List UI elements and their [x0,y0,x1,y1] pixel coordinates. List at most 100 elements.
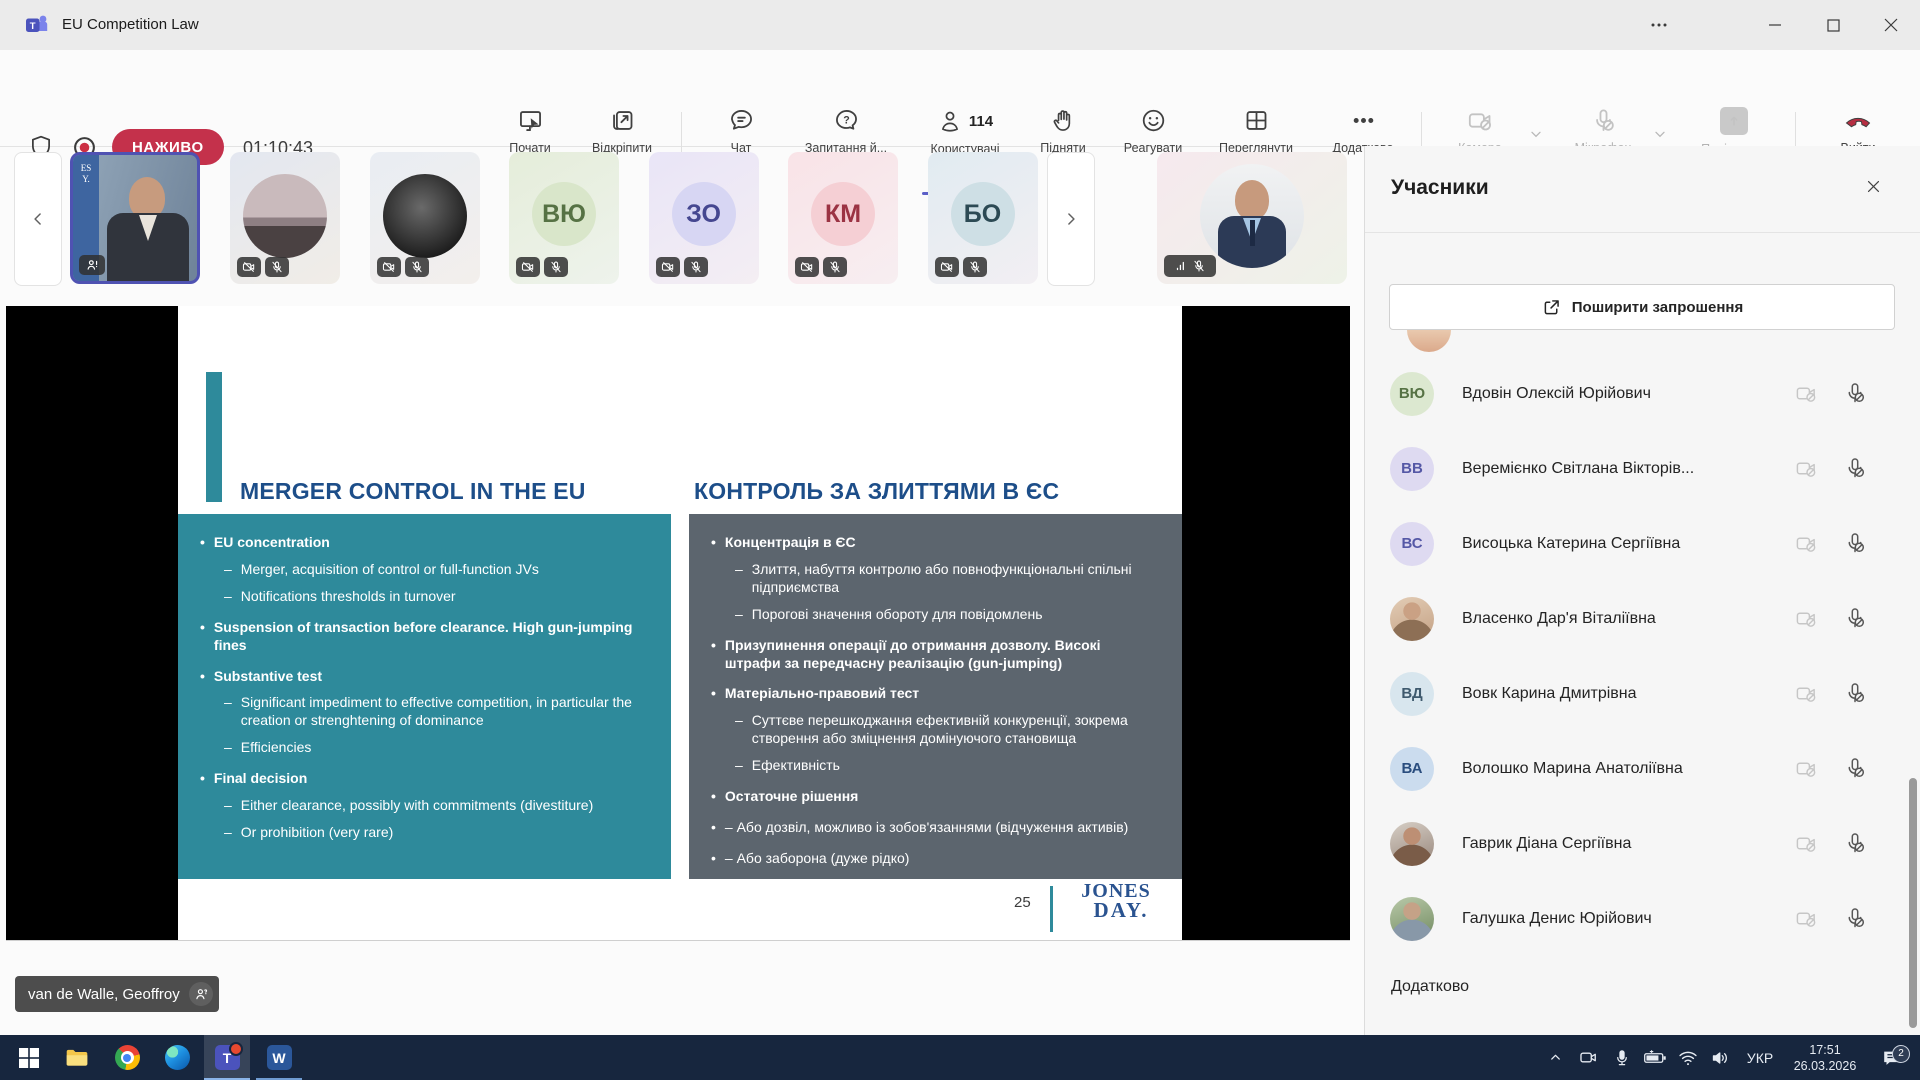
notification-count-badge: 2 [1892,1045,1910,1063]
raise-hand-button[interactable]: Підняти [1015,107,1111,155]
video-tile[interactable]: БО [928,152,1038,284]
react-button[interactable]: Реагувати [1105,107,1201,155]
action-center-button[interactable]: 2 [1872,1035,1912,1080]
video-tile[interactable]: ВЮ [509,152,619,284]
bullet-text: Остаточне рішення [725,788,858,806]
bullet-marker: – [224,694,232,730]
tray-date: 26.03.2026 [1794,1058,1857,1074]
video-tile[interactable]: ЗО [649,152,759,284]
participant-row[interactable]: Галушка Денис Юрійович [1365,881,1920,956]
start-sharing-button[interactable]: Почати [482,107,578,155]
active-speaker-tile[interactable]: ESY. [70,152,200,284]
mic-muted-icon [405,257,429,277]
pinned-participant-tile[interactable] [1157,152,1347,284]
tray-battery-indicator[interactable] [1638,1035,1672,1080]
participant-row[interactable]: ВД Вовк Карина Дмитрівна [1365,656,1920,731]
chat-button[interactable]: Чат [693,107,789,155]
tray-clock[interactable]: 17:51 26.03.2026 [1782,1035,1868,1080]
participant-avatar: ВА [1390,747,1434,791]
participant-photo [1200,164,1304,268]
invite-button-label: Поширити запрошення [1572,299,1744,316]
participant-row[interactable]: ВВ Веремієнко Світлана Вікторів... [1365,431,1920,506]
participant-avatar [1390,822,1434,866]
svg-text:?: ? [843,114,850,126]
bullet-text: Suspension of transaction before clearan… [214,619,647,655]
close-button[interactable] [1862,0,1920,50]
panel-scrollbar[interactable] [1909,778,1917,1028]
slide-accent-bar [206,372,222,502]
bullet-marker: – [224,797,232,815]
chat-icon [728,107,755,134]
qa-button[interactable]: ? Запитання й... [798,107,894,155]
panel-close-button[interactable] [1865,178,1882,195]
smiley-icon [1140,107,1167,134]
tray-expand-button[interactable] [1540,1035,1570,1080]
participant-avatar: ВЮ [1390,372,1434,416]
participant-avatar: ВЮ [532,182,596,246]
mic-off-icon [1590,107,1617,134]
tray-volume-indicator[interactable] [1704,1035,1738,1080]
file-explorer-button[interactable] [54,1035,100,1080]
chevron-up-icon [1548,1050,1563,1065]
panel-divider [1365,232,1920,233]
person-status-icon[interactable] [189,982,213,1006]
slide-bullet: – Notifications thresholds in turnover [200,588,647,606]
bullet-text: Порогові значення обороту для повідомлен… [752,606,1043,624]
participant-row[interactable]: Гаврик Діана Сергіївна [1365,806,1920,881]
camera-off-icon [1795,682,1818,705]
battery-charging-icon [1643,1049,1667,1067]
filmstrip-prev-button[interactable] [14,152,62,286]
share-invite-button[interactable]: Поширити запрошення [1389,284,1895,330]
bullet-text: EU concentration [214,534,330,552]
bullet-text: Merger, acquisition of control or full-f… [241,561,539,579]
bullet-marker: – [735,606,743,624]
camera-off-icon [237,257,261,277]
maximize-button[interactable] [1804,0,1862,50]
filmstrip-next-button[interactable] [1047,152,1095,286]
start-button[interactable] [6,1035,52,1080]
tray-mic-indicator[interactable] [1606,1035,1638,1080]
bullet-marker: • [711,637,716,673]
mic-muted-icon [1843,756,1867,780]
participant-avatar [383,174,467,258]
view-button[interactable]: Переглянути [1208,107,1304,155]
participant-row[interactable]: ВА Волошко Марина Анатоліївна [1365,731,1920,806]
bullet-marker: • [711,819,716,837]
presentation-stage: MERGER CONTROL IN THE EU КОНТРОЛЬ ЗА ЗЛИ… [6,306,1350,941]
mic-options-chevron[interactable] [1652,126,1668,142]
slide-logo-divider [1050,886,1053,932]
slide-bullet: – Efficiencies [200,739,647,757]
edge-button[interactable] [154,1035,200,1080]
bullet-text: Efficiencies [241,739,312,757]
participants-button[interactable]: 114 Користувачі [917,107,1013,156]
camera-options-chevron[interactable] [1528,126,1544,142]
more-section-label[interactable]: Додатково [1391,978,1469,996]
word-taskbar-button[interactable]: W [256,1035,302,1080]
participant-row[interactable]: ВС Висоцька Катерина Сергіївна [1365,506,1920,581]
participant-name: Галушка Денис Юрійович [1462,910,1792,928]
tray-camera-indicator[interactable] [1572,1035,1604,1080]
minimize-icon [1768,18,1782,32]
chrome-button[interactable] [104,1035,150,1080]
participant-row[interactable]: Власенко Дар'я Віталіївна [1365,581,1920,656]
slide-page-number: 25 [1014,894,1031,911]
bullet-text: Final decision [214,770,307,788]
participants-panel: Учасники Поширити запрошення ВЮ Вдовін О… [1364,146,1920,1035]
mic-muted-icon [1192,259,1206,273]
video-tile[interactable]: КМ [788,152,898,284]
bullet-marker: • [200,619,205,655]
tray-language[interactable]: УКР [1738,1035,1782,1080]
bullet-marker: – [224,739,232,757]
window-more-button[interactable] [1630,0,1688,50]
slide-bullet: • Призупинення операції до отримання доз… [711,637,1158,673]
minimize-button[interactable] [1746,0,1804,50]
video-tile[interactable] [370,152,480,284]
teams-taskbar-button[interactable]: T [204,1035,250,1080]
mic-muted-icon [1843,681,1867,705]
participant-row[interactable]: ВЮ Вдовін Олексій Юрійович [1365,356,1920,431]
video-tile[interactable] [230,152,340,284]
unpin-button[interactable]: Відкріпити [574,107,670,155]
participant-avatar [1390,897,1434,941]
chevron-right-icon [1061,209,1081,229]
tray-wifi-indicator[interactable] [1672,1035,1704,1080]
